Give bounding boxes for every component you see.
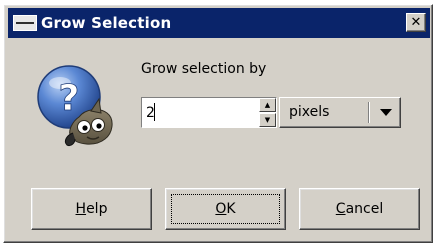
spin-up-button[interactable]: ▲ xyxy=(259,98,276,112)
grow-amount-label: Grow selection by xyxy=(141,61,267,77)
cancel-button[interactable]: Cancel xyxy=(299,188,420,230)
grow-amount-spinbox[interactable]: ▲ ▼ xyxy=(141,97,277,128)
title-bar[interactable]: Grow Selection ✕ xyxy=(8,8,430,38)
close-button[interactable]: ✕ xyxy=(406,13,426,32)
close-icon: ✕ xyxy=(410,15,422,30)
grow-selection-dialog: Grow Selection ✕ ? Grow selection by 2 ▲… xyxy=(3,4,433,243)
ok-button[interactable]: OK xyxy=(165,188,286,230)
dropdown-arrow-icon xyxy=(380,109,392,116)
ok-button-label: OK xyxy=(215,201,236,217)
help-button[interactable]: Help xyxy=(31,188,152,230)
help-button-label: Help xyxy=(75,201,108,217)
app-icon[interactable] xyxy=(13,15,37,31)
unit-dropdown[interactable]: pixels xyxy=(279,97,401,128)
spin-buttons: ▲ ▼ xyxy=(259,98,276,127)
triangle-down-icon: ▼ xyxy=(264,115,271,124)
gimp-question-mascot-icon: ? xyxy=(37,65,113,146)
cancel-button-label: Cancel xyxy=(335,201,384,217)
unit-selected-value: pixels xyxy=(289,104,330,120)
text-cursor xyxy=(154,103,155,121)
spin-down-button[interactable]: ▼ xyxy=(259,113,276,127)
triangle-up-icon: ▲ xyxy=(264,100,271,109)
question-mark: ? xyxy=(59,78,80,119)
window-title: Grow Selection xyxy=(41,14,172,32)
grow-amount-input[interactable] xyxy=(143,99,257,126)
dropdown-separator xyxy=(368,102,369,123)
